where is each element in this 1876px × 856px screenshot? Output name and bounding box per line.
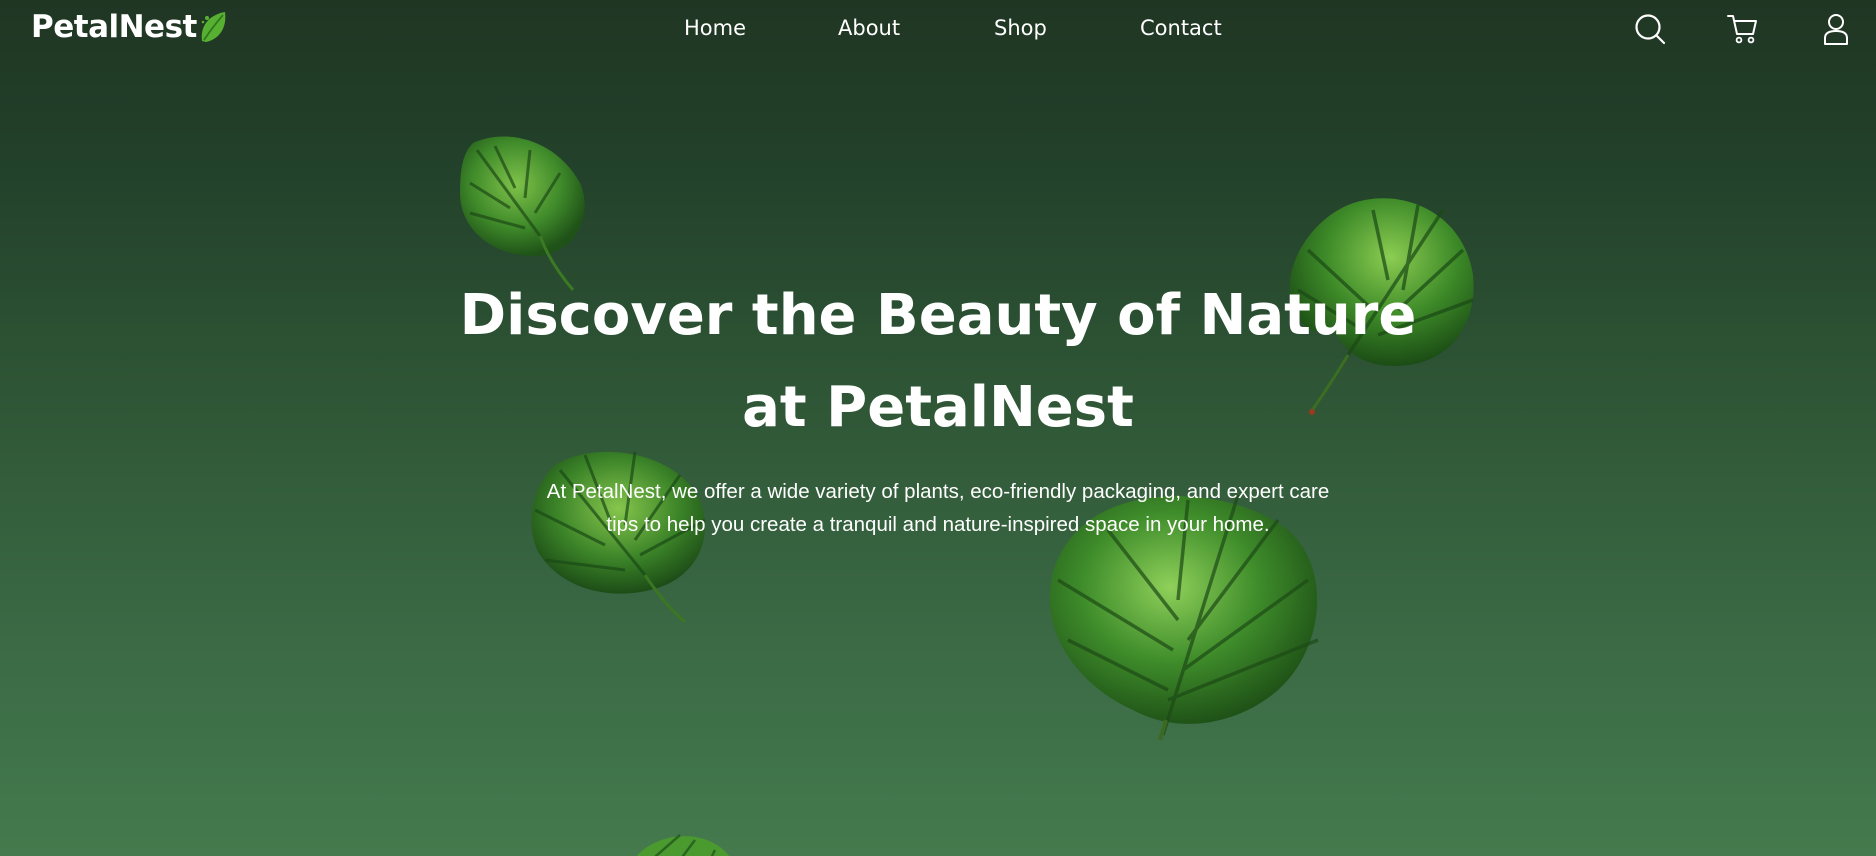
nav-link-about[interactable]: About: [838, 16, 900, 40]
hero-subtitle: At PetalNest, we offer a wide variety of…: [546, 480, 1330, 536]
nav-links: Home About Shop Contact: [0, 16, 1876, 46]
nav-link-shop[interactable]: Shop: [994, 16, 1047, 40]
cart-icon[interactable]: [1726, 12, 1760, 46]
navbar: PetalNest Home About Shop Contact: [0, 0, 1876, 60]
page: PetalNest Home About Shop Contact Discov…: [0, 0, 1876, 856]
search-icon[interactable]: [1633, 12, 1667, 46]
nav-link-contact[interactable]: Contact: [1140, 16, 1222, 40]
nav-link-home[interactable]: Home: [684, 16, 746, 40]
hero-title: Discover the Beauty of Nature at PetalNe…: [438, 270, 1438, 454]
monstera-leaf-image: [636, 834, 729, 856]
hero-title-line1: Discover the Beauty of Nature: [459, 283, 1417, 348]
hero-title-line2: at PetalNest: [742, 375, 1134, 440]
user-icon[interactable]: [1819, 12, 1853, 46]
